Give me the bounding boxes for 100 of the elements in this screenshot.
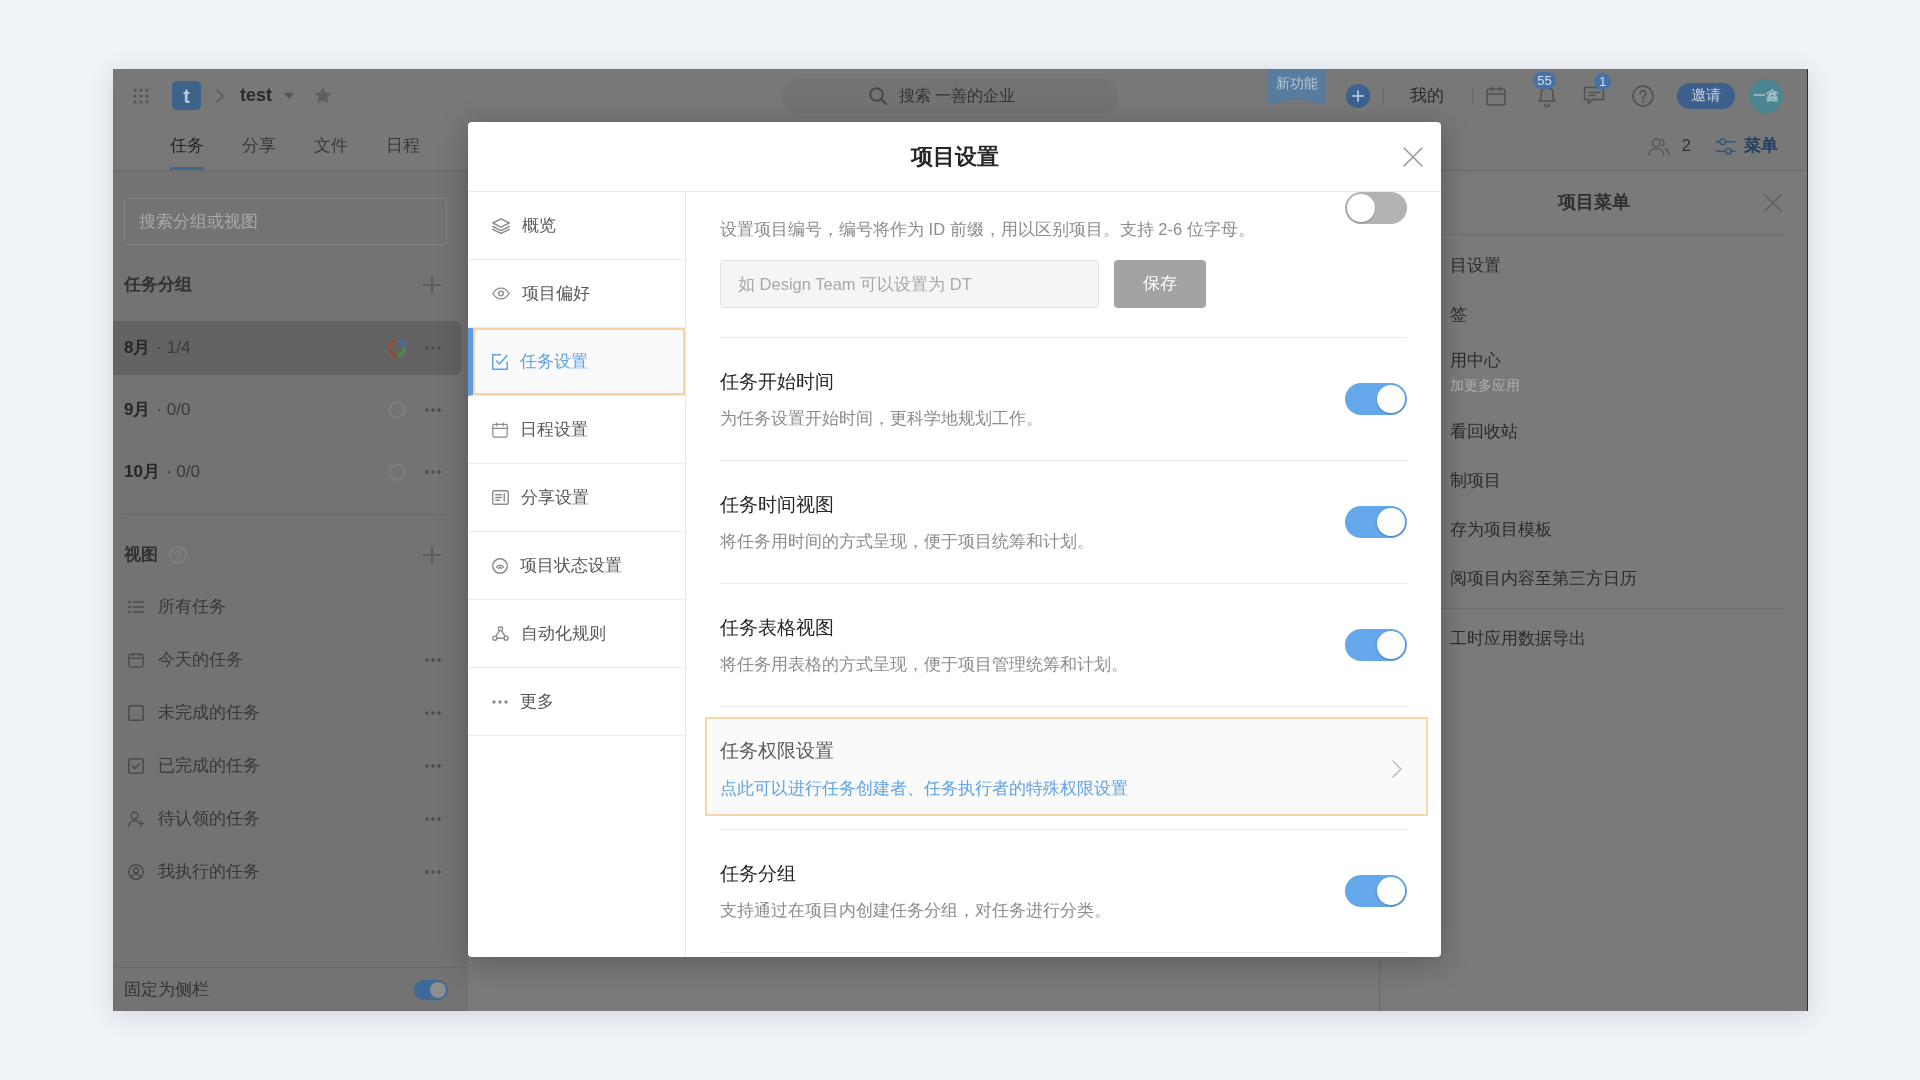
settings-nav-item[interactable]: 自动化规则 (468, 600, 685, 668)
setting-title: 任务权限设置 (720, 739, 835, 763)
square-icon (128, 704, 144, 721)
view-item[interactable]: 我执行的任务 (113, 845, 468, 898)
view-item[interactable]: 待认领的任务 (113, 792, 468, 845)
more-icon[interactable] (425, 869, 441, 874)
checked-box-icon (128, 757, 144, 774)
list-icon (128, 598, 144, 615)
tab[interactable]: 文件 (314, 122, 348, 170)
new-feature-ribbon[interactable]: 新功能 (1268, 69, 1326, 105)
settings-nav-item[interactable]: 日程设置 (468, 396, 685, 464)
menu-item[interactable]: 制项目 (1450, 456, 1501, 505)
group-name: 10月 (124, 461, 160, 484)
eye-icon (492, 287, 510, 300)
help-icon[interactable] (1632, 84, 1654, 107)
chevron-right-icon (216, 88, 224, 103)
add-icon[interactable] (423, 546, 441, 564)
toggle-switch[interactable] (1345, 875, 1407, 907)
tab[interactable]: 分享 (242, 122, 276, 170)
notification-count-badge: 55 (1533, 71, 1556, 89)
close-icon[interactable] (1403, 146, 1423, 167)
pin-sidebar-label: 固定为侧栏 (124, 979, 209, 1001)
menu-item[interactable]: 签 (1450, 290, 1467, 339)
more-icon[interactable] (425, 657, 441, 662)
project-name[interactable]: test (240, 82, 272, 109)
more-icon[interactable] (425, 763, 441, 768)
calendar-icon[interactable] (1486, 85, 1506, 106)
tab[interactable]: 日程 (386, 122, 420, 170)
mine-link[interactable]: 我的 (1410, 83, 1444, 108)
setting-description: 设置项目编号，编号将作为 ID 前缀，用以区别项目。支持 2-6 位字母。 (720, 219, 1255, 240)
status-icon (492, 557, 508, 574)
task-group-item[interactable]: 9月 · 0/0 (113, 383, 461, 437)
toggle-switch[interactable] (1345, 192, 1407, 224)
id-prefix-field[interactable]: 如 Design Team 可以设置为 DT (720, 260, 1099, 308)
menu-item[interactable]: 工时应用数据导出 (1450, 614, 1586, 663)
person-icon (128, 863, 144, 880)
progress-ring-icon (388, 339, 406, 357)
group-name: 8月 (124, 337, 151, 360)
group-count: · 0/0 (156, 399, 191, 422)
star-icon[interactable] (314, 87, 332, 104)
more-icon[interactable] (425, 470, 441, 474)
view-item[interactable]: 未完成的任务 (113, 686, 468, 739)
view-label: 待认领的任务 (158, 807, 260, 830)
toggle-switch[interactable] (1345, 506, 1407, 538)
calendar-icon (128, 651, 144, 668)
add-icon[interactable] (423, 276, 441, 294)
menu-button[interactable]: 菜单 (1715, 133, 1778, 159)
settings-nav-item[interactable]: 任务设置 (468, 328, 685, 396)
chevron-right-icon (1392, 760, 1402, 778)
user-avatar[interactable]: 一鑫 (1749, 78, 1783, 113)
message-count-badge: 1 (1594, 72, 1611, 90)
group-name: 9月 (124, 399, 151, 422)
view-item[interactable]: 所有任务 (113, 580, 468, 633)
task-group-item[interactable]: 10月 · 0/0 (113, 445, 461, 499)
settings-nav-item[interactable]: 概览 (468, 192, 685, 260)
menu-item[interactable]: 目设置 (1450, 241, 1501, 290)
search-icon (869, 86, 887, 105)
board-icon (492, 490, 509, 505)
calendar-icon (492, 421, 508, 438)
setting-description: 将任务用表格的方式呈现，便于项目管理统筹和计划。 (720, 653, 1128, 675)
setting-description: 支持通过在项目内创建任务分组，对任务进行分类。 (720, 899, 1111, 921)
dialog-title: 项目设置 (910, 143, 999, 171)
apps-grid-icon[interactable] (133, 87, 149, 104)
settings-nav-item[interactable]: 项目状态设置 (468, 532, 685, 600)
setting-title: 任务时间视图 (720, 492, 835, 517)
more-icon[interactable] (425, 710, 441, 715)
menu-item[interactable]: 看回收站 (1450, 407, 1518, 456)
setting-description: 为任务设置开始时间，更科学地规划工作。 (720, 407, 1043, 429)
caret-down-icon[interactable] (284, 92, 294, 99)
toggle-switch[interactable] (1345, 383, 1407, 415)
toggle-switch[interactable] (1345, 629, 1407, 661)
setting-description: 将任务用时间的方式呈现，便于项目统筹和计划。 (720, 530, 1094, 552)
sliders-icon (1715, 137, 1736, 155)
section-heading: 任务分组 (124, 274, 192, 297)
settings-nav-item[interactable]: 更多 (468, 668, 685, 736)
more-icon[interactable] (425, 408, 441, 412)
settings-nav-item[interactable]: 分享设置 (468, 464, 685, 532)
automation-icon (492, 626, 509, 641)
view-label: 已完成的任务 (158, 754, 260, 777)
layers-icon (492, 217, 510, 234)
view-item[interactable]: 已完成的任务 (113, 739, 468, 792)
more-icon[interactable] (425, 816, 441, 821)
group-count: · 0/0 (165, 461, 200, 484)
toggle-switch[interactable] (414, 979, 448, 1000)
permission-settings-row[interactable]: 任务权限设置 点此可以进行任务创建者、任务执行者的特殊权限设置 (705, 717, 1428, 816)
view-label: 未完成的任务 (158, 701, 260, 724)
menu-item[interactable]: 阅项目内容至第三方日历 (1450, 554, 1637, 603)
chat-icon[interactable] (1583, 85, 1605, 106)
invite-button[interactable]: 邀请 (1677, 82, 1735, 109)
members-button[interactable]: 2 (1647, 133, 1691, 159)
person-plus-icon (128, 810, 144, 827)
close-icon[interactable] (1764, 193, 1782, 212)
view-label: 今天的任务 (158, 648, 243, 671)
view-item[interactable]: 今天的任务 (113, 633, 468, 686)
project-logo[interactable]: t (172, 81, 201, 110)
add-icon[interactable] (1346, 83, 1370, 108)
menu-item[interactable]: 用中心 (1450, 349, 1501, 373)
setting-title: 任务分组 (720, 861, 797, 886)
setting-title: 任务开始时间 (720, 369, 835, 394)
menu-item[interactable]: 存为项目模板 (1450, 505, 1552, 554)
